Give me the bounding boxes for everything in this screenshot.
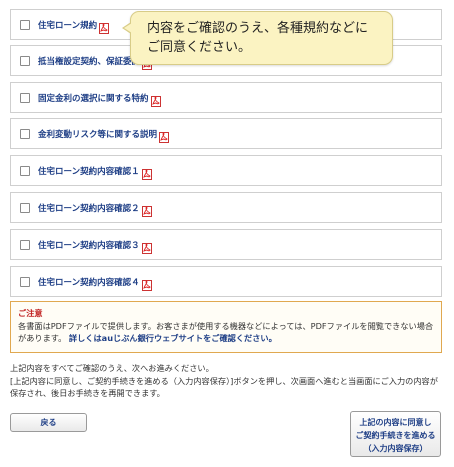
document-link[interactable]: 固定金利の選択に関する特約 [38,92,149,104]
document-checkbox[interactable] [20,128,30,139]
document-row[interactable]: 住宅ローン契約内容確認１ [10,155,442,186]
notice-title: ご注意 [18,308,43,318]
document-link[interactable]: 住宅ローン契約内容確認３ [38,239,140,251]
notice-box: ご注意 各書面はPDFファイルで提供します。お客さまが使用する機器などによっては… [10,301,442,353]
document-row[interactable]: 金利変動リスク等に関する説明 [10,118,442,149]
instructions: 上記内容をすべてご確認のうえ、次へお進みください。 [上記内容に同意し、ご契約手… [10,362,446,400]
document-link[interactable]: 抵当権設定契約、保証委託 [38,55,140,67]
document-row[interactable]: 住宅ローン契約内容確認３ [10,229,442,260]
pdf-icon [141,239,152,254]
pdf-icon [150,92,161,107]
document-checkbox[interactable] [20,92,30,103]
document-checkbox[interactable] [20,165,30,176]
tooltip-line-1: 内容をご確認のうえ、各種規約などに [147,21,369,36]
document-link[interactable]: 住宅ローン契約内容確認４ [38,276,140,288]
pdf-icon [141,202,152,217]
consent-tooltip: 内容をご確認のうえ、各種規約などに ご同意ください。 [122,11,393,65]
agree-button-line-3: （入力内容保存） [363,444,428,453]
document-row[interactable]: 固定金利の選択に関する特約 [10,82,442,113]
document-row[interactable]: 住宅ローン契約内容確認２ [10,192,442,223]
pdf-icon [159,128,170,143]
instructions-line-2: [上記内容に同意し、ご契約手続きを進める（入力内容保存）]ボタンを押し、次画面へ… [10,375,438,399]
agree-button-line-2: ご契約手続きを進める [355,431,436,440]
document-checkbox[interactable] [20,55,30,66]
tooltip-line-2: ご同意ください。 [147,40,252,55]
notice-link[interactable]: 詳しくはauじぶん銀行ウェブサイトをご確認ください。 [69,333,277,343]
notice-text: 各書面はPDFファイルで提供します。お客さまが使用する機器などによっては、PDF… [18,320,434,345]
agree-button-line-1: 上記の内容に同意し [359,418,432,427]
pdf-icon [141,276,152,291]
document-link[interactable]: 金利変動リスク等に関する説明 [38,128,157,140]
document-link[interactable]: 住宅ローン契約内容確認２ [38,202,140,214]
document-link[interactable]: 住宅ローン契約内容確認１ [38,165,140,177]
document-checkbox[interactable] [20,239,30,250]
document-checkbox[interactable] [20,202,30,213]
document-checkbox[interactable] [20,19,30,30]
document-link[interactable]: 住宅ローン規約 [38,19,97,31]
document-row[interactable]: 住宅ローン契約内容確認４ [10,266,442,297]
agree-continue-button[interactable]: 上記の内容に同意し ご契約手続きを進める （入力内容保存） [350,411,441,457]
back-button[interactable]: 戻る [10,413,87,432]
pdf-icon [99,19,110,34]
document-checkbox[interactable] [20,276,30,287]
pdf-icon [141,165,152,180]
instructions-line-1: 上記内容をすべてご確認のうえ、次へお進みください。 [10,363,214,373]
